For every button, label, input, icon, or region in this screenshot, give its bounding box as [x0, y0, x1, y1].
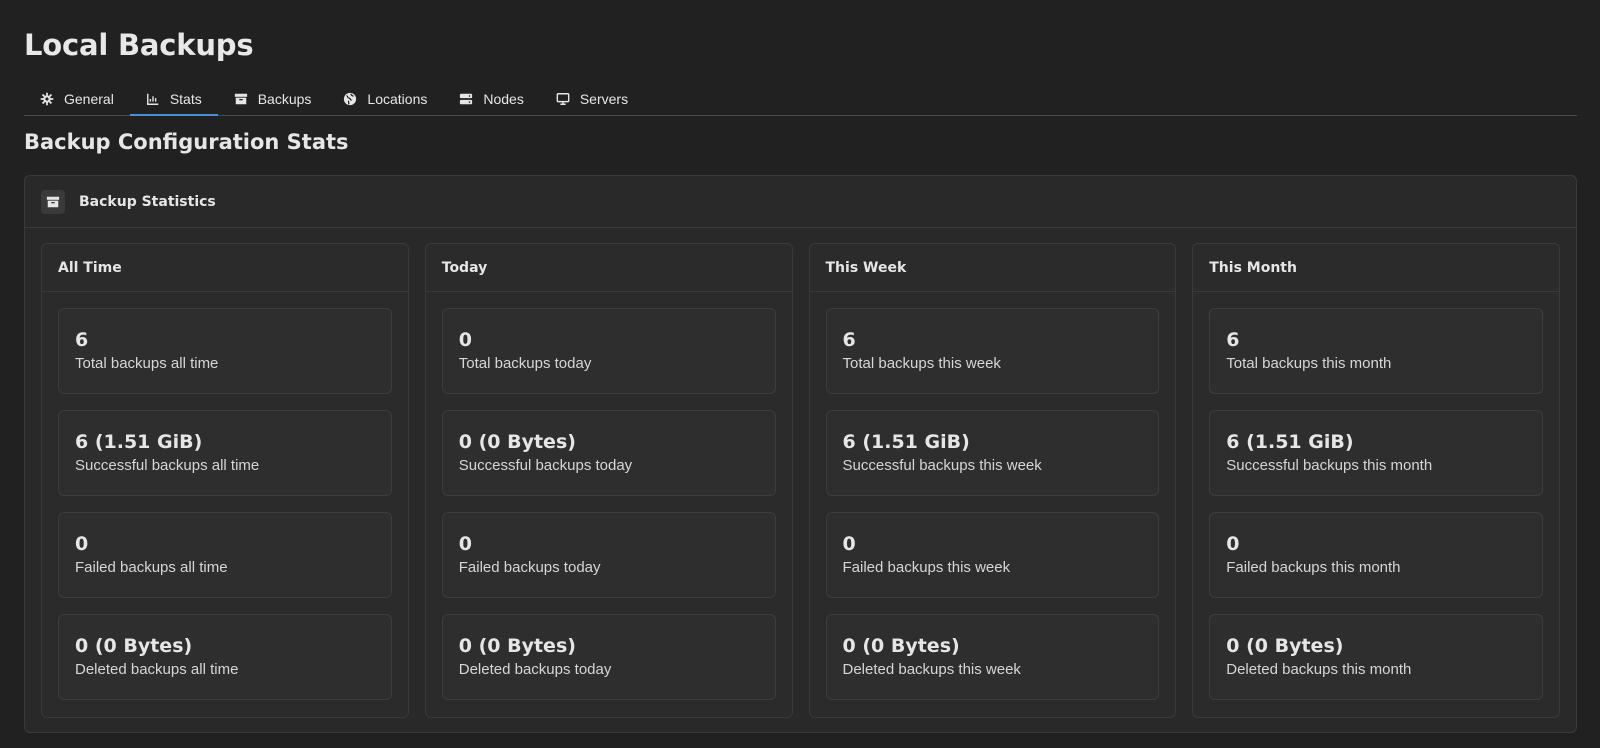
stat-value: 0 (0 Bytes) — [75, 635, 193, 657]
stat-label: Failed backups today — [458, 559, 601, 576]
column-title: All Time — [42, 244, 408, 292]
tab-label: Backups — [257, 90, 312, 107]
globe-icon — [343, 92, 357, 106]
stat-card-total: 6 Total backups this week — [825, 308, 1160, 394]
stat-label: Total backups this week — [842, 355, 1001, 372]
stat-label: Deleted backups this week — [842, 661, 1021, 678]
stat-card-successful: 0 (0 Bytes) Successful backups today — [441, 410, 776, 496]
tab-locations[interactable]: Locations — [327, 82, 443, 115]
stat-value: 6 (1.51 GiB) — [75, 431, 203, 453]
stat-label: Total backups this month — [1226, 355, 1392, 372]
stats-column-this-month: This Month 6 Total backups this month 6 (… — [1192, 243, 1560, 718]
stat-label: Failed backups this week — [842, 559, 1011, 576]
stat-value: 0 (0 Bytes) — [842, 635, 960, 657]
stat-value: 0 (0 Bytes) — [1226, 635, 1344, 657]
tab-stats[interactable]: Stats — [129, 82, 218, 116]
monitor-icon — [556, 92, 570, 106]
stat-value: 0 (0 Bytes) — [458, 635, 576, 657]
stat-value: 0 — [458, 329, 472, 351]
stat-label: Deleted backups today — [458, 661, 612, 678]
stat-card-failed: 0 Failed backups this week — [825, 512, 1160, 598]
stat-value: 0 — [458, 533, 472, 555]
backup-statistics-panel: Backup Statistics All Time 6 Total backup… — [24, 175, 1577, 733]
stat-value: 6 (1.51 GiB) — [1226, 431, 1354, 453]
stat-value: 0 (0 Bytes) — [458, 431, 576, 453]
stat-label: Deleted backups all time — [75, 661, 239, 678]
stat-card-total: 6 Total backups all time — [58, 308, 392, 394]
column-title: This Week — [809, 244, 1176, 292]
tab-bar: General Stats Backups Locations Nodes Se… — [24, 82, 1577, 116]
stat-label: Failed backups this month — [1226, 559, 1401, 576]
stats-column-all-time: All Time 6 Total backups all time 6 (1.51… — [41, 243, 409, 718]
stat-value: 6 (1.51 GiB) — [842, 431, 970, 453]
stat-card-deleted: 0 (0 Bytes) Deleted backups this month — [1209, 614, 1543, 700]
stat-card-failed: 0 Failed backups all time — [58, 512, 392, 598]
stat-card-successful: 6 (1.51 GiB) Successful backups this mont… — [1209, 410, 1543, 496]
stat-card-total: 6 Total backups this month — [1209, 308, 1543, 394]
panel-header: Backup Statistics — [25, 176, 1576, 228]
server-icon — [459, 92, 473, 106]
column-title: This Month — [1193, 244, 1559, 292]
tab-label: Stats — [169, 90, 202, 107]
stat-card-successful: 6 (1.51 GiB) Successful backups all time — [58, 410, 392, 496]
page: Local Backups General Stats Backups Loca… — [0, 0, 1600, 748]
tab-label: Nodes — [483, 90, 524, 107]
stat-label: Successful backups this month — [1226, 457, 1433, 474]
stat-card-deleted: 0 (0 Bytes) Deleted backups all time — [58, 614, 392, 700]
stat-label: Total backups all time — [75, 355, 219, 372]
stat-card-failed: 0 Failed backups today — [441, 512, 776, 598]
archive-icon — [234, 92, 248, 106]
column-title: Today — [425, 244, 792, 292]
page-title: Local Backups — [24, 28, 254, 62]
tab-general[interactable]: General — [24, 82, 130, 115]
stat-value: 6 — [842, 329, 856, 351]
tab-backups[interactable]: Backups — [218, 82, 328, 115]
stats-columns: All Time 6 Total backups all time 6 (1.51… — [41, 243, 1560, 718]
stat-value: 0 — [75, 533, 89, 555]
tab-nodes[interactable]: Nodes — [443, 82, 539, 115]
stats-column-this-week: This Week 6 Total backups this week 6 (1.… — [808, 243, 1177, 718]
gear-icon — [40, 92, 54, 106]
stat-label: Deleted backups this month — [1226, 661, 1412, 678]
stat-value: 0 — [1226, 533, 1240, 555]
section-title: Backup Configuration Stats — [24, 130, 349, 154]
stat-card-total: 0 Total backups today — [441, 308, 776, 394]
stat-value: 0 — [842, 533, 856, 555]
chart-icon — [146, 92, 160, 106]
tab-label: Locations — [367, 90, 428, 107]
tab-label: General — [64, 90, 114, 107]
stats-column-today: Today 0 Total backups today 0 (0 Bytes) Su… — [424, 243, 793, 718]
stat-card-successful: 6 (1.51 GiB) Successful backups this week — [825, 410, 1160, 496]
stat-label: Successful backups this week — [842, 457, 1042, 474]
stat-label: Failed backups all time — [75, 559, 228, 576]
stat-card-deleted: 0 (0 Bytes) Deleted backups today — [441, 614, 776, 700]
stat-label: Successful backups today — [458, 457, 633, 474]
stat-label: Successful backups all time — [75, 457, 260, 474]
archive-icon — [41, 189, 65, 214]
tab-servers[interactable]: Servers — [540, 82, 644, 115]
stat-value: 6 — [1226, 329, 1240, 351]
stat-label: Total backups today — [458, 355, 592, 372]
stat-card-deleted: 0 (0 Bytes) Deleted backups this week — [825, 614, 1160, 700]
stat-card-failed: 0 Failed backups this month — [1209, 512, 1543, 598]
stat-value: 6 — [75, 329, 89, 351]
panel-title: Backup Statistics — [79, 193, 216, 210]
tab-label: Servers — [579, 90, 629, 107]
